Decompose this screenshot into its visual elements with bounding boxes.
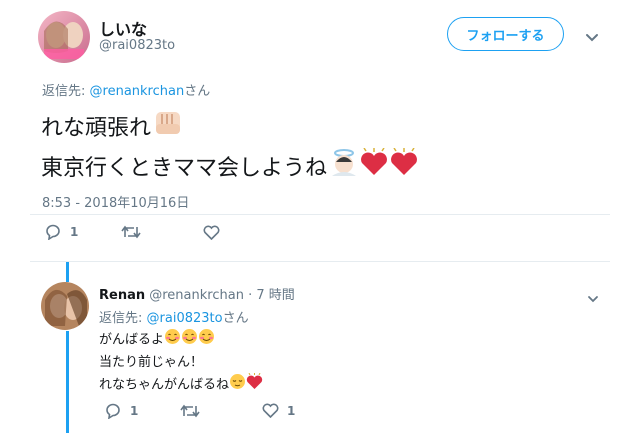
avatar[interactable] bbox=[41, 282, 89, 330]
like-icon[interactable] bbox=[262, 403, 279, 418]
reply-time[interactable]: 7 時間 bbox=[256, 288, 294, 303]
retweet-action[interactable] bbox=[180, 404, 200, 418]
reply-line-1: がんばるよ bbox=[99, 328, 263, 352]
reply-icon[interactable] bbox=[44, 224, 62, 240]
reply-to-suffix: さん bbox=[222, 311, 249, 326]
chevron-down-icon[interactable] bbox=[587, 288, 599, 307]
tweet-text-line-1: れな頑張れ bbox=[41, 116, 152, 141]
reply-to-prefix: 返信先: bbox=[42, 84, 86, 99]
thread-line bbox=[66, 331, 69, 433]
reply-icon[interactable] bbox=[104, 403, 122, 419]
heart-emoji bbox=[359, 147, 389, 190]
tweet-text-line-2: 東京行くときママ会しようね bbox=[41, 156, 328, 181]
like-action[interactable] bbox=[203, 225, 220, 240]
thread-line bbox=[66, 262, 69, 282]
tweet-line-2: 東京行くときママ会しようね bbox=[41, 147, 419, 190]
separator-dot: · bbox=[248, 288, 253, 303]
reply-to-handle[interactable]: @renankrchan bbox=[90, 84, 185, 99]
reply-to-prefix: 返信先: bbox=[99, 311, 143, 326]
relieved-emoji bbox=[229, 373, 246, 397]
timestamp[interactable]: 8:53 - 2018年10月16日 bbox=[42, 192, 189, 211]
reply-author-name[interactable]: Renan bbox=[99, 288, 145, 303]
like-icon[interactable] bbox=[203, 225, 220, 240]
reply-line-3: れなちゃんがんばるね bbox=[99, 372, 263, 397]
divider bbox=[30, 214, 610, 215]
reply-count: 1 bbox=[130, 404, 139, 418]
follow-button[interactable]: フォローする bbox=[447, 17, 564, 51]
reply-to-line: 返信先: @renankrchanさん bbox=[42, 80, 210, 99]
reply-to-suffix: さん bbox=[184, 84, 211, 99]
chevron-down-icon[interactable] bbox=[585, 28, 599, 47]
reply-action[interactable]: 1 bbox=[104, 403, 138, 419]
reply-count: 1 bbox=[70, 225, 79, 239]
retweet-icon[interactable] bbox=[121, 225, 141, 239]
fist-emoji bbox=[153, 110, 183, 148]
smile-emoji bbox=[164, 328, 181, 352]
smile-emoji bbox=[181, 328, 198, 352]
reply-text-line-1: がんばるよ bbox=[99, 332, 165, 348]
smile-emoji bbox=[198, 328, 215, 352]
retweet-icon[interactable] bbox=[180, 404, 200, 418]
reply-header: Renan @renankrchan · 7 時間 bbox=[99, 284, 295, 303]
reply-text-line-2: 当たり前じゃん！ bbox=[99, 355, 204, 370]
tweet-line-1: れな頑張れ bbox=[41, 110, 419, 148]
reply-text-line-3: れなちゃんがんばるね bbox=[99, 377, 230, 393]
heart-emoji bbox=[246, 372, 263, 397]
angel-emoji bbox=[329, 148, 359, 190]
avatar[interactable] bbox=[38, 11, 90, 63]
reply-text: がんばるよ 当たり前じゃん！ れなちゃんがんばるね bbox=[99, 328, 263, 397]
tweet-text: れな頑張れ 東京行くときママ会しようね bbox=[41, 110, 419, 190]
like-action[interactable]: 1 bbox=[262, 403, 295, 418]
reply-to-handle[interactable]: @rai0823to bbox=[147, 311, 223, 326]
reply-to-line: 返信先: @rai0823toさん bbox=[99, 307, 249, 326]
author-handle[interactable]: @rai0823to bbox=[99, 38, 175, 53]
heart-emoji bbox=[389, 147, 419, 190]
reply-author-handle[interactable]: @renankrchan bbox=[149, 288, 244, 303]
retweet-action[interactable] bbox=[121, 225, 141, 239]
reply-line-2: 当たり前じゃん！ bbox=[99, 352, 263, 373]
author-name[interactable]: しいな bbox=[99, 16, 147, 40]
reply-action[interactable]: 1 bbox=[44, 224, 78, 240]
divider bbox=[30, 261, 610, 262]
like-count: 1 bbox=[287, 403, 296, 418]
